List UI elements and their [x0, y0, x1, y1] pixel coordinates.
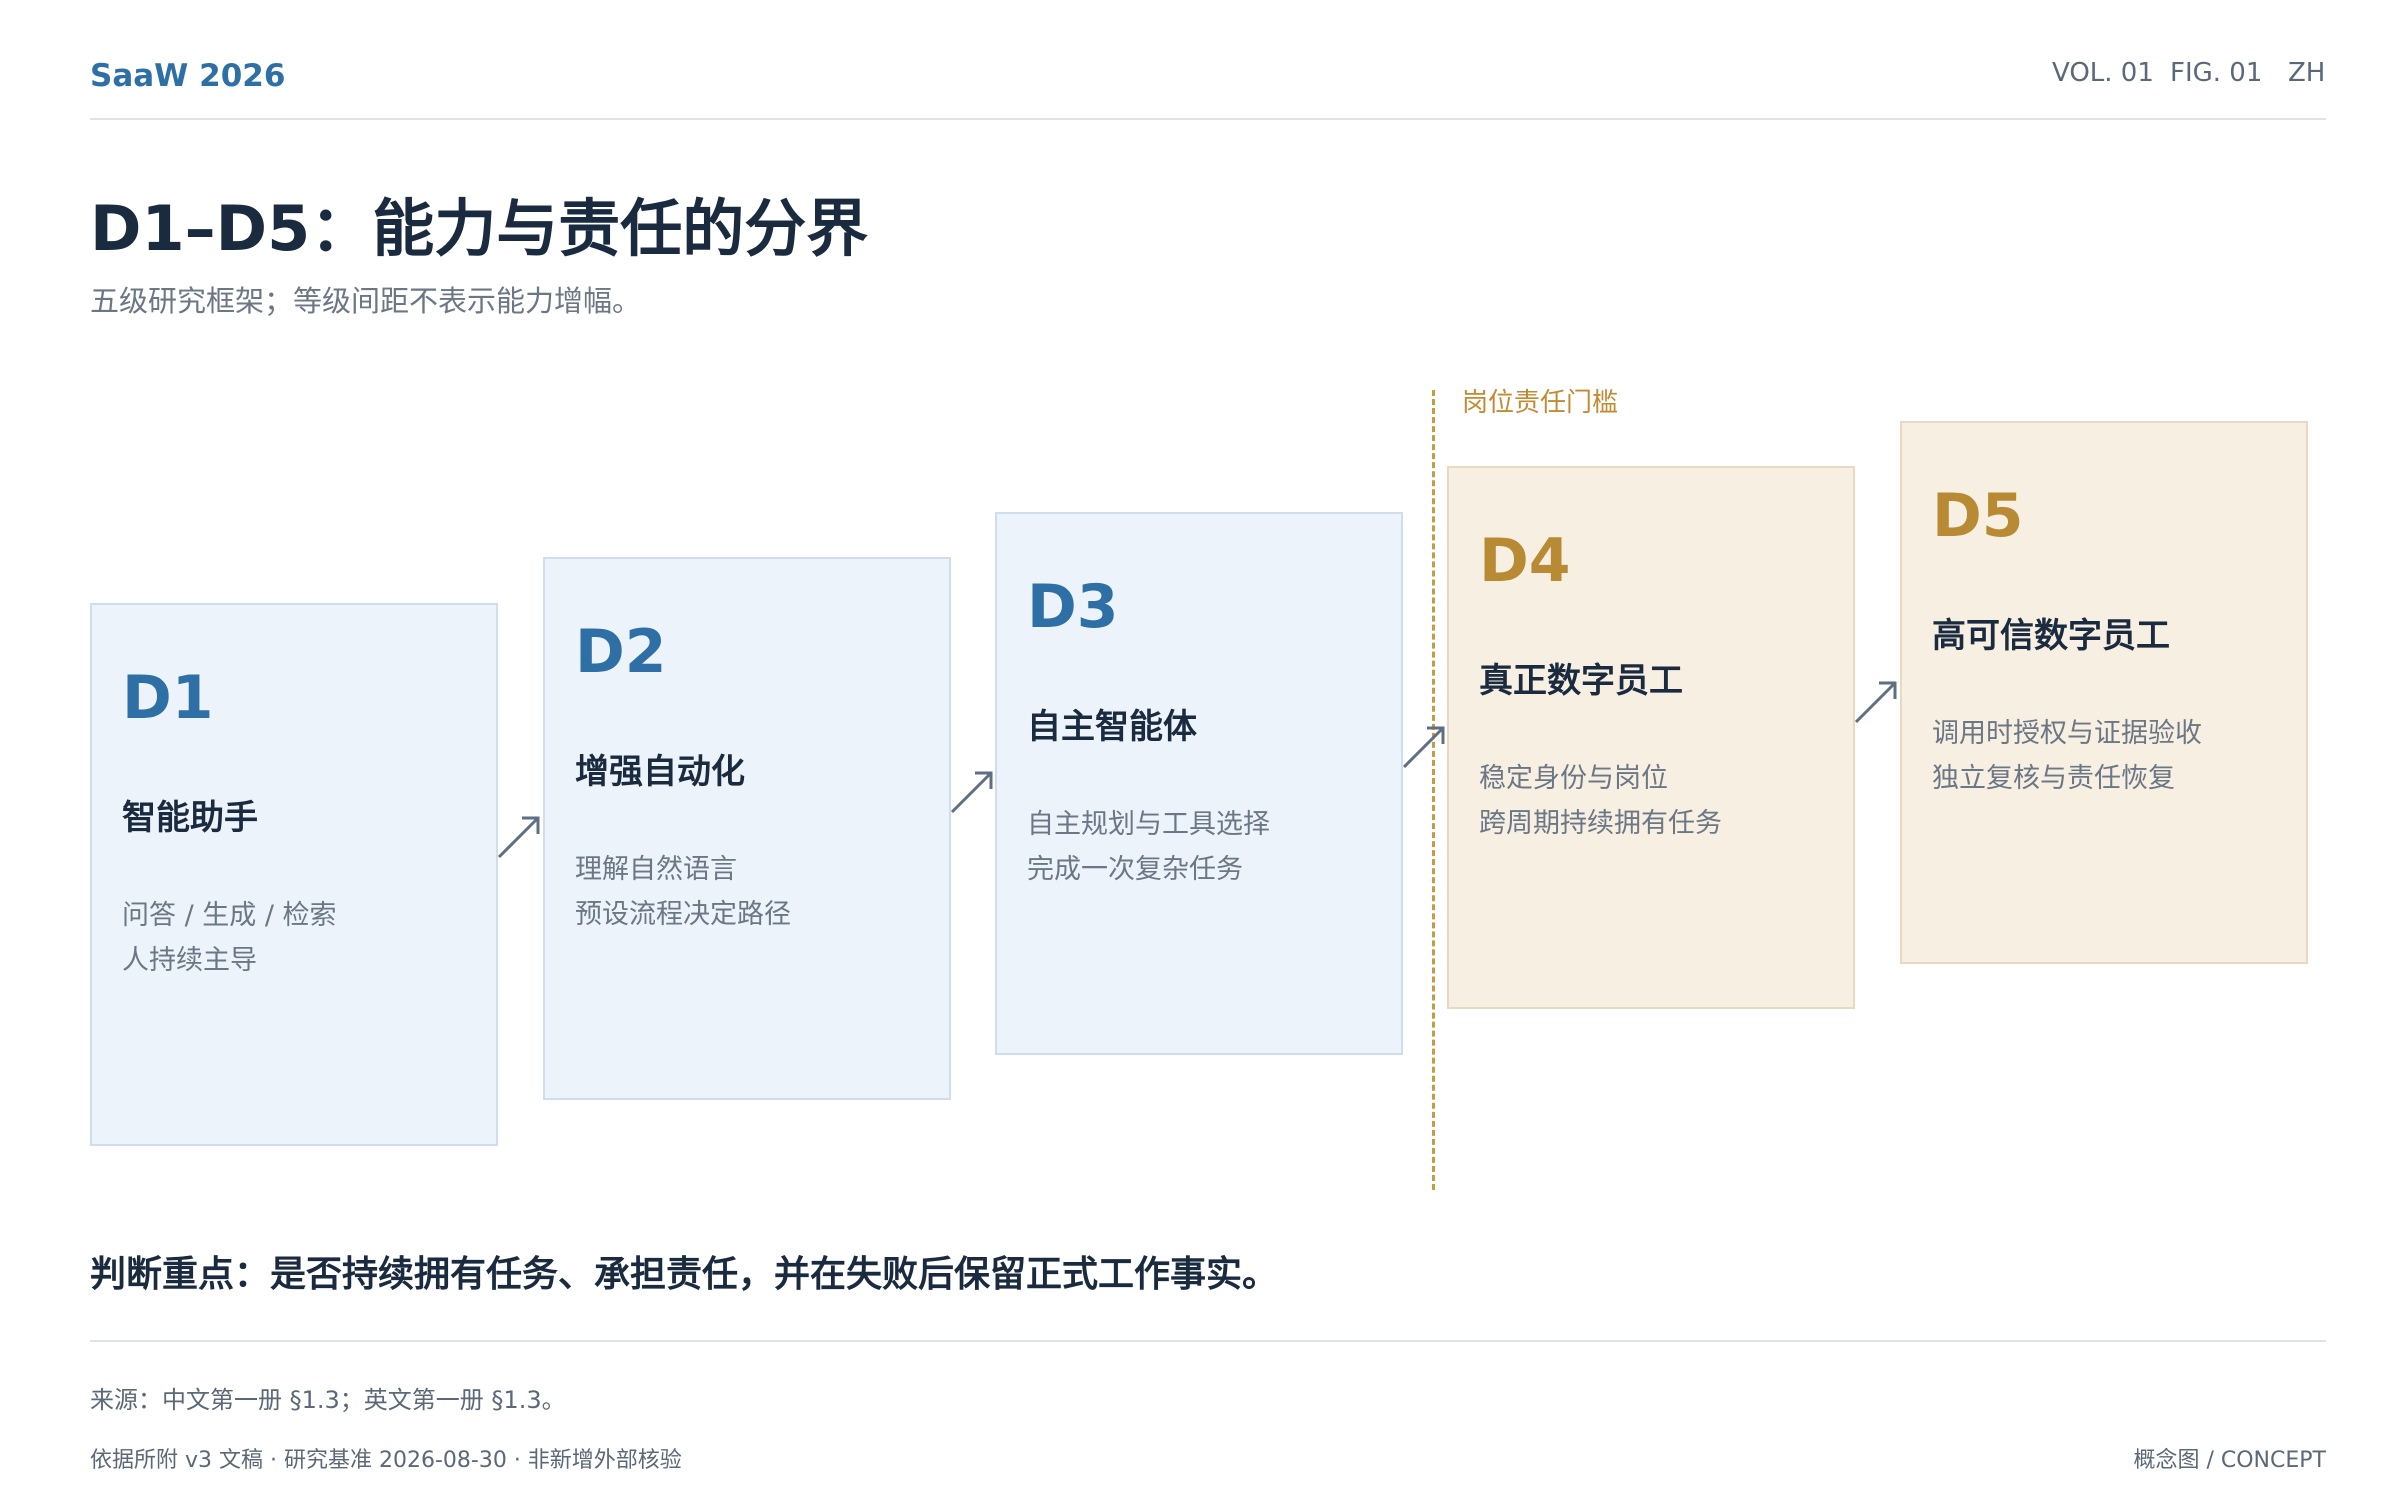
responsibility-threshold-label: 岗位责任门槛: [1462, 388, 1619, 418]
level-card-d4: D4 真正数字员工 稳定身份与岗位 跨周期持续拥有任务: [1447, 466, 1855, 1009]
footer-divider: [90, 1340, 2326, 1342]
level-description-2: 人持续主导: [122, 945, 257, 976]
responsibility-threshold-line: [1432, 390, 1435, 1190]
arrow-up-right-icon: [1402, 726, 1445, 769]
footer-provenance: 依据所附 v3 文稿 · 研究基准 2026-08-30 · 非新增外部核验: [90, 1448, 682, 1473]
level-description-1: 问答 / 生成 / 检索: [122, 900, 337, 931]
page-subtitle: 五级研究框架；等级间距不表示能力增幅。: [90, 284, 642, 318]
level-code: D2: [575, 617, 667, 687]
level-description-1: 理解自然语言: [575, 854, 737, 885]
level-code: D5: [1932, 481, 2024, 551]
figure-label: FIG. 01: [2170, 58, 2263, 88]
level-description-2: 跨周期持续拥有任务: [1479, 808, 1722, 839]
arrow-up-right-icon: [497, 816, 540, 859]
footer-figure-type: 概念图 / CONCEPT: [2133, 1448, 2326, 1473]
language-label: ZH: [2288, 58, 2326, 88]
level-description-1: 自主规划与工具选择: [1027, 809, 1270, 840]
level-card-d5: D5 高可信数字员工 调用时授权与证据验收 独立复核与责任恢复: [1900, 421, 2308, 964]
level-description-1: 稳定身份与岗位: [1479, 763, 1668, 794]
level-card-d2: D2 增强自动化 理解自然语言 预设流程决定路径: [543, 557, 951, 1100]
level-name: 真正数字员工: [1479, 661, 1683, 701]
level-code: D3: [1027, 572, 1119, 642]
level-card-d3: D3 自主智能体 自主规划与工具选择 完成一次复杂任务: [995, 512, 1403, 1055]
level-name: 增强自动化: [575, 752, 745, 792]
level-code: D4: [1479, 526, 1571, 596]
judgement-statement: 判断重点：是否持续拥有任务、承担责任，并在失败后保留正式工作事实。: [90, 1254, 1279, 1295]
level-name: 自主智能体: [1027, 707, 1197, 747]
page-title: D1–D5：能力与责任的分界: [90, 192, 869, 265]
source-note: 来源：中文第一册 §1.3；英文第一册 §1.3。: [90, 1386, 566, 1414]
level-card-d1: D1 智能助手 问答 / 生成 / 检索 人持续主导: [90, 603, 498, 1146]
level-description-2: 预设流程决定路径: [575, 899, 791, 930]
volume-label: VOL. 01: [2052, 58, 2154, 88]
level-name: 高可信数字员工: [1932, 616, 2170, 656]
header-divider: [90, 118, 2326, 120]
level-code: D1: [122, 663, 214, 733]
level-name: 智能助手: [122, 798, 258, 838]
brand-label: SaaW 2026: [90, 58, 286, 94]
level-description-1: 调用时授权与证据验收: [1932, 718, 2202, 749]
level-description-2: 完成一次复杂任务: [1027, 854, 1243, 885]
level-description-2: 独立复核与责任恢复: [1932, 763, 2175, 794]
arrow-up-right-icon: [1854, 681, 1897, 724]
arrow-up-right-icon: [950, 771, 993, 814]
